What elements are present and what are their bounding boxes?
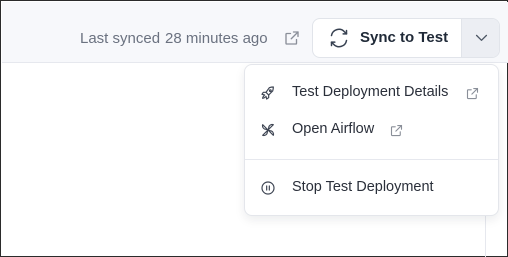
external-link-icon [389, 123, 404, 138]
sync-to-test-button[interactable]: Sync to Test [313, 19, 461, 57]
menu-item-test-deployment-details[interactable]: Test Deployment Details [245, 77, 498, 109]
chevron-down-icon [473, 29, 490, 46]
app-frame: Last synced 28 minutes ago Sync to Test [0, 0, 508, 257]
airflow-pinwheel-icon [260, 122, 276, 138]
rocket-icon [260, 85, 276, 101]
external-link-icon[interactable] [283, 29, 301, 47]
menu-item-stop-test-deployment[interactable]: Stop Test Deployment [245, 172, 498, 204]
menu-item-label: Open Airflow [292, 121, 375, 137]
refresh-icon [329, 28, 349, 48]
top-bar: Last synced 28 minutes ago Sync to Test [2, 2, 508, 63]
menu-item-open-airflow[interactable]: Open Airflow [245, 114, 498, 146]
menu-item-label: Stop Test Deployment [292, 179, 434, 195]
external-link-icon [465, 86, 480, 101]
sync-status: Last synced 28 minutes ago [80, 28, 268, 48]
menu-item-label: Test Deployment Details [292, 84, 449, 100]
menu-divider [245, 159, 498, 160]
panel-divider [485, 216, 486, 257]
pause-circle-icon [260, 180, 276, 196]
last-synced-time: 28 minutes ago [165, 29, 268, 47]
sync-dropdown-menu: Test Deployment Details Open Airflow Sto… [244, 64, 499, 216]
sync-options-dropdown-button[interactable] [461, 19, 499, 57]
sync-split-button: Sync to Test [312, 18, 500, 58]
last-synced-label: Last synced [80, 29, 161, 47]
sync-button-label: Sync to Test [360, 29, 449, 46]
